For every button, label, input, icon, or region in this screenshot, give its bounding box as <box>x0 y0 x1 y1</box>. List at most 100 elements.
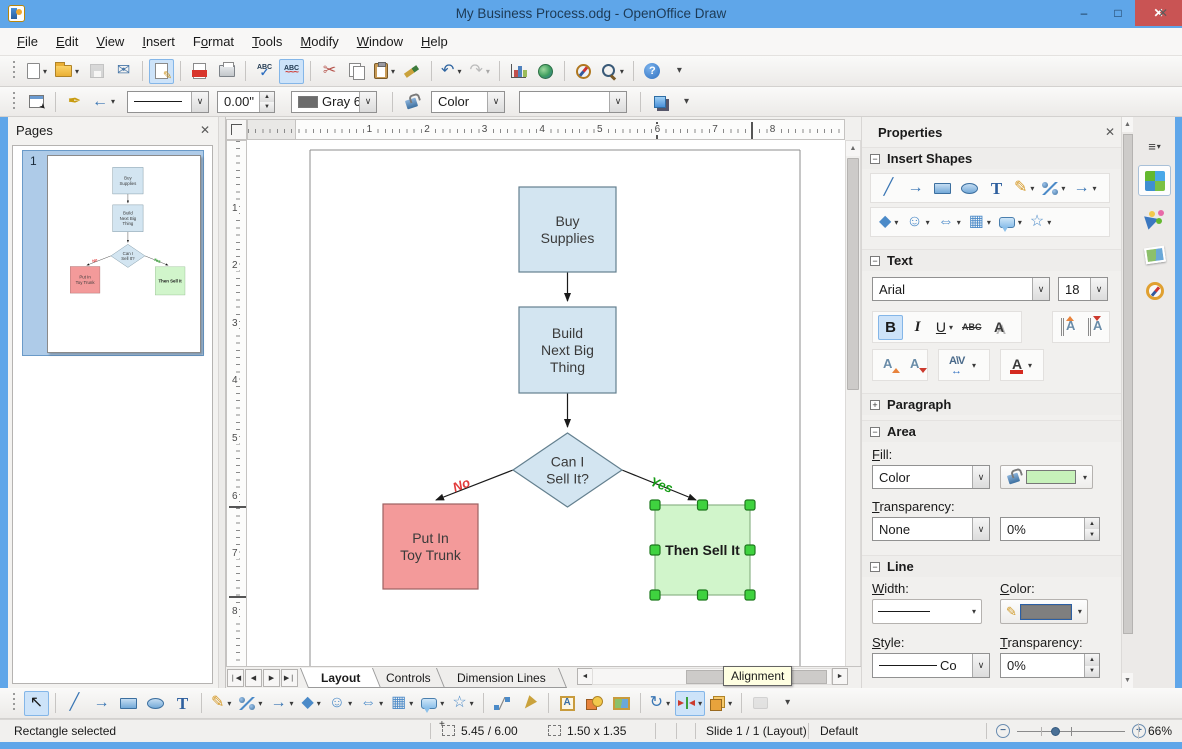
flowchart-connector[interactable] <box>435 469 514 501</box>
sidebar-tab-gallery[interactable] <box>1138 203 1171 234</box>
line-color-select[interactable]: Gray 6 ∨ <box>291 90 378 113</box>
email-button[interactable]: ✉ <box>111 59 136 84</box>
area-transparency-spinner[interactable]: 0% ▲ ▼ <box>1000 517 1100 541</box>
area-button[interactable] <box>399 89 424 114</box>
combo-arrow-icon[interactable]: ∨ <box>972 654 989 677</box>
scroll-up-icon[interactable]: ▲ <box>846 141 860 156</box>
fill-type-select[interactable]: Color ∨ <box>431 90 506 113</box>
dropdown-arrow-icon[interactable]: ▾ <box>1061 184 1065 193</box>
connector-button[interactable]: ▾ <box>236 691 265 716</box>
zoom-level[interactable]: 66% <box>1148 724 1172 738</box>
scroll-right-icon[interactable]: ► <box>832 668 848 685</box>
decrease-spacing-button[interactable] <box>1085 315 1110 340</box>
font-color-button[interactable]: ▾ <box>1006 353 1035 378</box>
dropdown-arrow-icon[interactable]: ▾ <box>949 323 953 332</box>
arrow-style-button[interactable]: ← ▾ <box>89 89 118 114</box>
lines-arrows-button[interactable]: → ▾ <box>267 691 296 716</box>
sidebar-close-icon[interactable]: ✕ <box>1105 125 1115 139</box>
dropdown-arrow-icon[interactable]: ▾ <box>227 699 231 708</box>
next-page-button[interactable]: ▶ <box>263 668 280 687</box>
sidebar-menu-button[interactable]: ≡ ▾ <box>1138 131 1171 162</box>
menu-format[interactable]: Format <box>184 30 243 53</box>
line-color-button[interactable]: ✎ ▾ <box>1000 599 1088 624</box>
ellipse-button[interactable] <box>143 691 168 716</box>
dropdown-arrow-icon[interactable]: ▾ <box>470 699 474 708</box>
dropdown-arrow-icon[interactable]: ▾ <box>43 67 47 76</box>
copy-button[interactable] <box>344 59 369 84</box>
last-page-button[interactable]: ▶❘ <box>281 668 298 687</box>
combo-arrow-icon[interactable]: ∨ <box>972 518 989 540</box>
spin-up-icon[interactable]: ▲ <box>260 91 275 102</box>
scroll-up-icon[interactable]: ▲ <box>1122 117 1133 132</box>
styles-button[interactable] <box>24 89 49 114</box>
dropdown-arrow-icon[interactable]: ▾ <box>728 699 732 708</box>
flowchart-button[interactable]: ▦ ▾ <box>388 691 416 716</box>
ellipse-button[interactable] <box>957 176 982 201</box>
toolbar-grip[interactable] <box>12 61 17 81</box>
combo-arrow-icon[interactable]: ∨ <box>1032 278 1049 300</box>
spin-up-icon[interactable]: ▲ <box>1085 518 1099 529</box>
pages-close-icon[interactable]: ✕ <box>200 123 210 137</box>
dropdown-arrow-icon[interactable]: ▾ <box>348 699 352 708</box>
strikethrough-button[interactable]: ABC <box>959 315 985 340</box>
dropdown-arrow-icon[interactable]: ▾ <box>698 699 702 708</box>
dropdown-arrow-icon[interactable]: ▾ <box>258 699 262 708</box>
stars-button[interactable]: ☆ ▾ <box>1027 210 1054 235</box>
toolbar-grip[interactable] <box>12 693 17 713</box>
dropdown-arrow-icon[interactable]: ▾ <box>379 699 383 708</box>
arrow-button[interactable]: → <box>903 176 928 201</box>
flowchart-connector[interactable] <box>86 255 111 266</box>
line-width-button[interactable]: ▾ <box>872 599 982 624</box>
section-insert-shapes[interactable]: − Insert Shapes <box>862 147 1121 169</box>
zoom-thumb[interactable] <box>1051 726 1060 736</box>
dropdown-arrow-icon[interactable]: ▾ <box>75 67 79 76</box>
zoom-button[interactable]: ▾ <box>598 59 627 84</box>
spin-down-icon[interactable]: ▼ <box>260 101 275 112</box>
rotate-button[interactable]: ↻ ▾ <box>647 691 673 716</box>
horizontal-scrollbar[interactable]: ◄ ► <box>576 668 848 686</box>
toolbar-overflow-button[interactable]: ▾ <box>674 89 699 114</box>
spin-down-icon[interactable]: ▼ <box>1085 665 1099 677</box>
dropdown-arrow-icon[interactable]: ▾ <box>317 699 321 708</box>
text-shadow-button[interactable]: A <box>987 315 1012 340</box>
combo-arrow-icon[interactable]: ∨ <box>191 91 209 112</box>
dropdown-arrow-icon[interactable]: ▾ <box>391 67 395 76</box>
export-pdf-button[interactable] <box>187 59 212 84</box>
block-arrows-button[interactable]: ⇔ ▾ <box>357 691 386 716</box>
expand-icon[interactable]: + <box>870 399 880 410</box>
dropdown-arrow-icon[interactable]: ▾ <box>440 699 444 708</box>
dropdown-arrow-icon[interactable]: ▾ <box>111 97 115 106</box>
navigator-button[interactable] <box>571 59 596 84</box>
menu-view[interactable]: View <box>87 30 133 53</box>
collapse-icon[interactable]: − <box>870 153 880 164</box>
sidebar-scrollbar[interactable]: ▲ ▼ <box>1121 117 1134 688</box>
dropdown-arrow-icon[interactable]: ▾ <box>409 699 413 708</box>
help-button[interactable] <box>640 59 665 84</box>
print-button[interactable] <box>214 59 239 84</box>
underline-button[interactable]: U ▾ <box>932 315 957 340</box>
menu-tools[interactable]: Tools <box>243 30 291 53</box>
symbol-shapes-button[interactable]: ☺ ▾ <box>326 691 355 716</box>
combo-arrow-icon[interactable]: ∨ <box>972 466 989 488</box>
menu-edit[interactable]: Edit <box>47 30 87 53</box>
new-document-button[interactable]: ▾ <box>24 59 50 84</box>
selection-handle[interactable] <box>649 499 661 511</box>
line-transparency-spinner[interactable]: 0% ▲ ▼ <box>1000 653 1100 678</box>
dropdown-arrow-icon[interactable]: ▾ <box>894 218 898 227</box>
selection-handle[interactable] <box>744 499 756 511</box>
tab-layout[interactable]: Layout <box>299 667 382 688</box>
font-name-select[interactable]: Arial ∨ <box>872 277 1050 301</box>
combo-arrow-icon[interactable]: ∨ <box>359 91 377 112</box>
zoom-in-icon[interactable]: + <box>1132 724 1146 738</box>
zoom-slider[interactable]: − + <box>996 724 1146 738</box>
edit-file-button[interactable] <box>149 58 175 84</box>
dropdown-arrow-icon[interactable]: ▾ <box>1028 361 1032 370</box>
previous-page-button[interactable]: ◀ <box>245 668 262 687</box>
dropdown-arrow-icon[interactable]: ▾ <box>1030 184 1034 193</box>
basic-shapes-button[interactable]: ◆ ▾ <box>876 210 901 235</box>
selection-handle[interactable] <box>696 499 709 511</box>
area-fill-type-select[interactable]: Color ∨ <box>872 465 990 489</box>
collapse-icon[interactable]: − <box>870 255 880 266</box>
dropdown-arrow-icon[interactable]: ▾ <box>1047 218 1051 227</box>
scrollbar-thumb[interactable] <box>1123 134 1133 634</box>
